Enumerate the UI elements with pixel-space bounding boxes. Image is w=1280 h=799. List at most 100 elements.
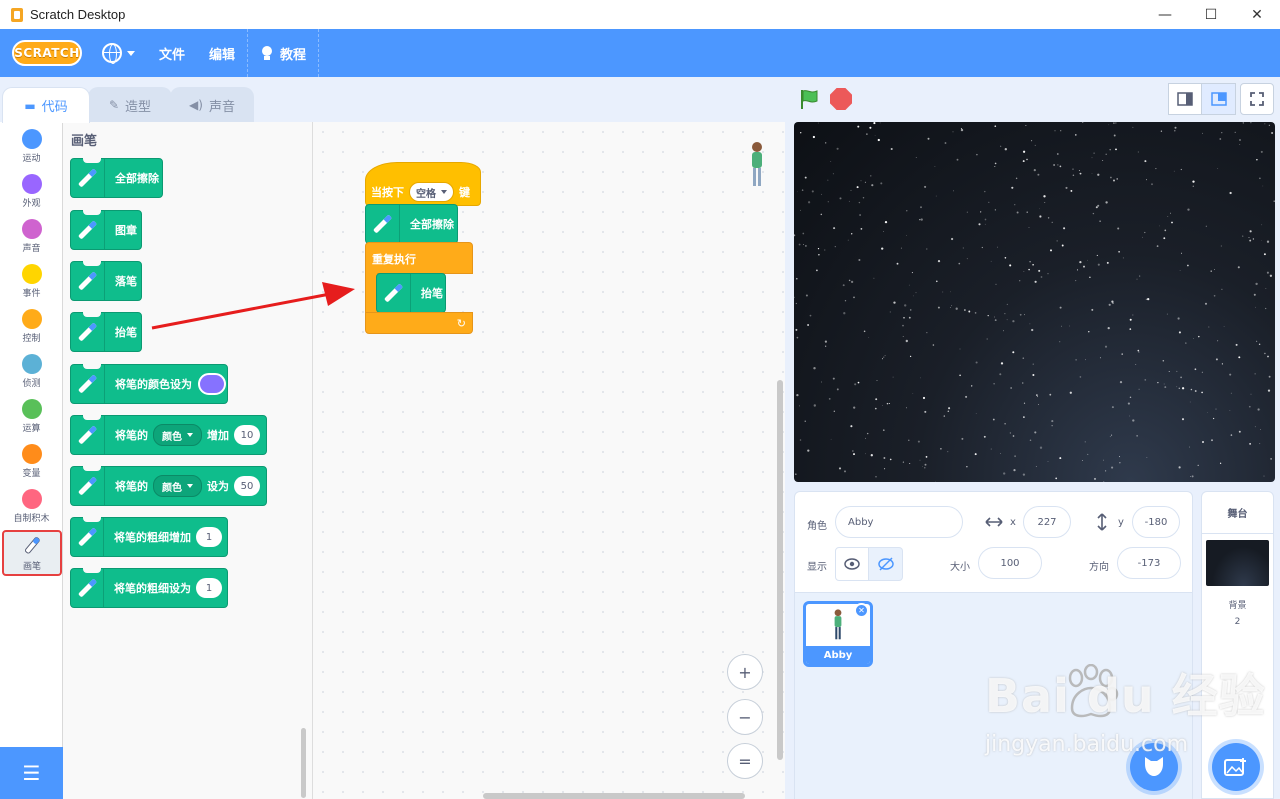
block-change-pen-param[interactable]: 将笔的 颜色 增加 10	[70, 415, 267, 455]
category-label: 自制积木	[13, 514, 50, 524]
pen-icon	[71, 467, 105, 505]
small-stage-button[interactable]	[1168, 83, 1202, 115]
script-block-pen-up[interactable]: 抬笔	[376, 273, 446, 313]
number-input[interactable]: 1	[196, 578, 222, 598]
watermark-main: Bai du 经验	[985, 669, 1266, 723]
add-backdrop-button[interactable]	[1212, 743, 1260, 791]
block-set-pen-color[interactable]: 将笔的颜色设为	[70, 364, 228, 404]
zoom-reset-button[interactable]: =	[727, 743, 763, 779]
category-sensing[interactable]: 侦测	[0, 349, 63, 393]
block-label: 抬笔	[421, 287, 443, 300]
block-set-pen-param[interactable]: 将笔的 颜色 设为 50	[70, 466, 267, 506]
pen-icon	[71, 416, 105, 454]
block-clear[interactable]: 全部擦除	[70, 158, 163, 198]
direction-input[interactable]: -173	[1117, 547, 1181, 579]
maximize-button[interactable]: ☐	[1188, 0, 1234, 29]
number-input[interactable]: 50	[234, 476, 260, 496]
zoom-reset-icon: =	[738, 751, 752, 771]
category-sound[interactable]: 声音	[0, 214, 63, 258]
tab-code[interactable]: ▬ 代码	[2, 87, 90, 123]
block-palette: 画笔 全部擦除 图章 落笔 抬笔 将笔的颜色设为 将笔的 颜色 增加 10 将笔…	[63, 122, 313, 799]
param-dropdown[interactable]: 颜色	[153, 475, 202, 497]
zoom-out-button[interactable]: −	[727, 699, 763, 735]
zoom-in-button[interactable]: +	[727, 654, 763, 690]
block-set-pen-size[interactable]: 将笔的粗细设为 1	[70, 568, 228, 608]
script-block-clear[interactable]: 全部擦除	[365, 204, 458, 244]
tutorials-menu[interactable]: 教程	[248, 29, 318, 77]
block-pen-up[interactable]: 抬笔	[70, 312, 142, 352]
edit-menu[interactable]: 编辑	[197, 29, 247, 77]
category-dot	[21, 174, 42, 194]
tab-sounds[interactable]: ◀) 声音	[170, 87, 254, 122]
palette-section-title: 画笔	[71, 134, 98, 149]
green-flag-button[interactable]	[798, 88, 820, 110]
block-pen-down[interactable]: 落笔	[70, 261, 142, 301]
script-workspace[interactable]: 当按下 空格 键 全部擦除 重复执行 抬笔 ↻ + − =	[313, 122, 785, 799]
category-menu: 运动 外观 声音 事件 控制 侦测 运算 变量 自制积木 画笔 ☰	[0, 122, 63, 799]
scratch-logo[interactable]: SCRATCH	[12, 40, 82, 66]
chevron-down-icon	[187, 484, 193, 488]
category-label: 控制	[22, 334, 41, 344]
close-button[interactable]: ✕	[1234, 0, 1280, 29]
brush-icon: ✎	[108, 98, 120, 112]
size-input[interactable]: 100	[978, 547, 1042, 579]
workspace-horizontal-scrollbar[interactable]	[483, 793, 745, 799]
sprite-costume-icon	[834, 609, 842, 640]
zoom-in-icon: +	[738, 662, 752, 682]
forever-block[interactable]: 重复执行	[365, 242, 473, 274]
app-icon	[11, 7, 23, 22]
block-label: 将笔的	[115, 429, 148, 442]
pen-icon	[366, 205, 400, 243]
window-title: Scratch Desktop	[30, 7, 126, 22]
pen-icon	[377, 274, 411, 312]
block-change-pen-size[interactable]: 将笔的粗细增加 1	[70, 517, 228, 557]
tab-costumes[interactable]: ✎ 造型	[88, 87, 172, 122]
tab-costumes-label: 造型	[125, 99, 152, 115]
category-events[interactable]: 事件	[0, 259, 63, 303]
large-stage-button[interactable]	[1202, 83, 1236, 115]
show-sprite-button[interactable]	[835, 547, 869, 581]
block-label: 设为	[207, 480, 229, 493]
y-input[interactable]: -180	[1132, 506, 1180, 538]
add-extension-button[interactable]: ☰	[0, 747, 63, 799]
loop-arrow-icon: ↻	[456, 316, 466, 330]
category-operators[interactable]: 运算	[0, 394, 63, 438]
block-stamp[interactable]: 图章	[70, 210, 142, 250]
hat-row: 当按下 空格 键	[365, 178, 481, 206]
file-menu[interactable]: 文件	[147, 29, 197, 77]
hide-sprite-button[interactable]	[869, 547, 903, 581]
stop-button[interactable]	[830, 88, 852, 110]
lightbulb-icon	[260, 45, 274, 61]
color-swatch-input[interactable]	[198, 373, 226, 395]
y-label: y	[1118, 517, 1124, 528]
category-dot	[21, 219, 42, 239]
category-dot	[21, 309, 42, 329]
show-label: 显示	[807, 562, 827, 573]
tab-code-label: 代码	[41, 100, 68, 115]
category-looks[interactable]: 外观	[0, 169, 63, 213]
language-menu[interactable]	[90, 29, 147, 77]
palette-scrollbar[interactable]	[301, 728, 306, 798]
category-variables[interactable]: 变量	[0, 439, 63, 483]
workspace-vertical-scrollbar[interactable]	[777, 380, 783, 760]
x-input[interactable]: 227	[1023, 506, 1071, 538]
category-motion[interactable]: 运动	[0, 124, 63, 168]
number-input[interactable]: 1	[196, 527, 222, 547]
param-dropdown[interactable]: 颜色	[153, 424, 202, 446]
category-dot	[21, 264, 42, 284]
delete-sprite-button[interactable]: ✕	[854, 603, 869, 618]
block-label: 抬笔	[115, 326, 137, 339]
category-control[interactable]: 控制	[0, 304, 63, 348]
category-label: 运动	[22, 154, 41, 164]
sprite-name-input[interactable]: Abby	[835, 506, 963, 538]
stage-canvas[interactable]	[794, 122, 1275, 482]
category-my-blocks[interactable]: 自制积木	[0, 484, 63, 528]
category-pen[interactable]: 画笔	[2, 530, 62, 576]
key-dropdown[interactable]: 空格	[409, 182, 454, 202]
forever-block-end: ↻	[365, 312, 473, 334]
number-input[interactable]: 10	[234, 425, 260, 445]
fullscreen-button[interactable]	[1240, 83, 1274, 115]
minimize-button[interactable]: —	[1142, 0, 1188, 29]
stage-thumbnail[interactable]	[1206, 540, 1269, 586]
backdrops-count: 2	[1234, 617, 1241, 627]
